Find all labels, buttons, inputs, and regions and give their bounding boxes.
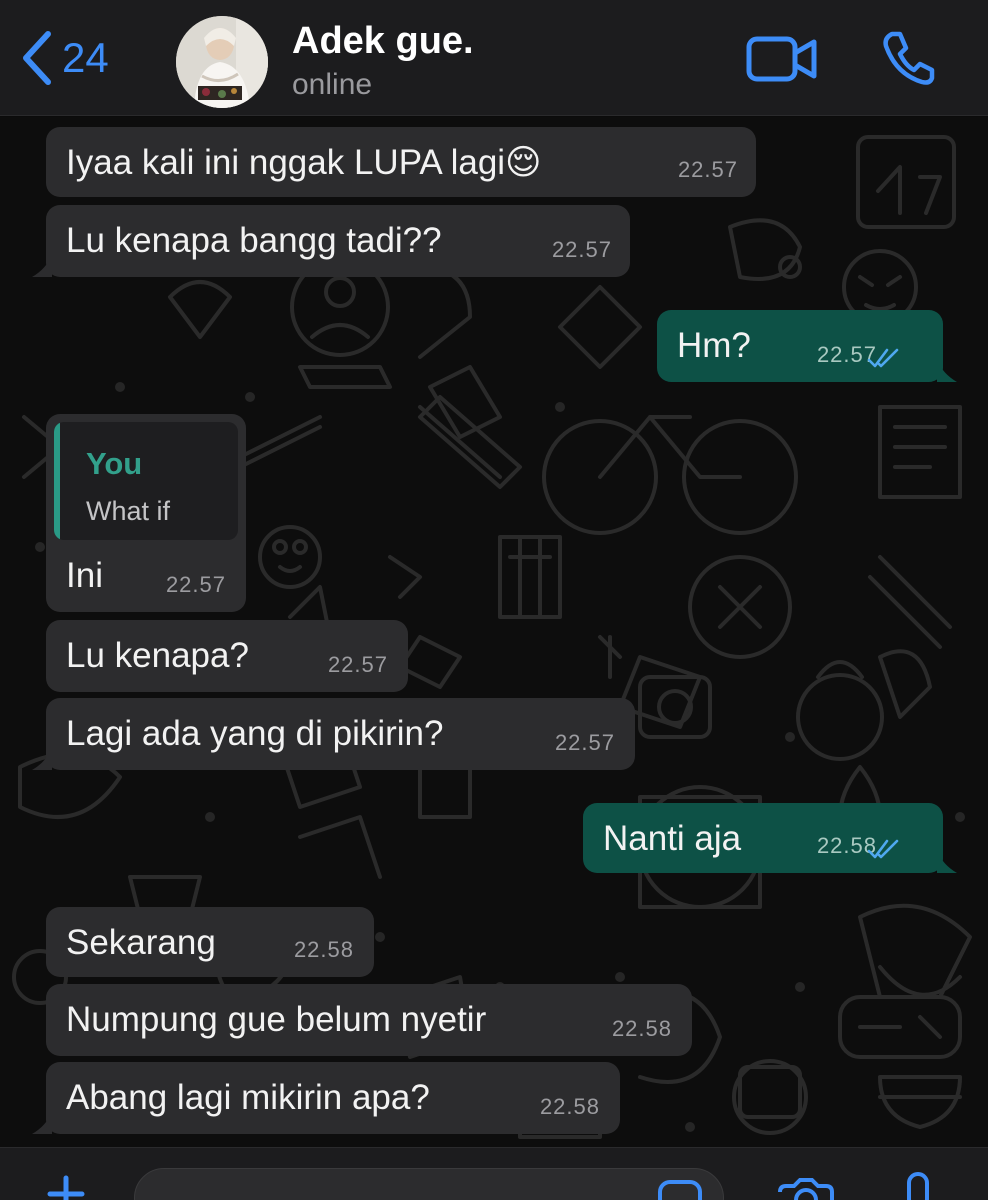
message-text: Lu kenapa?	[66, 636, 249, 675]
double-check-icon	[867, 348, 899, 368]
message-time: 22.57	[327, 652, 388, 677]
quote-author: You	[86, 446, 143, 481]
voice-note-button[interactable]	[900, 1172, 936, 1200]
unread-count: 24	[62, 34, 109, 81]
video-call-button[interactable]	[746, 36, 818, 87]
outgoing-message[interactable]: Hm? 22.57	[657, 310, 957, 382]
incoming-message[interactable]: Lu kenapa? 22.57	[46, 620, 408, 692]
back-button[interactable]: 24	[20, 30, 109, 86]
quote-text: What if	[86, 496, 171, 526]
message-text: Abang lagi mikirin apa?	[66, 1078, 430, 1117]
incoming-message[interactable]: Iyaa kali ini nggak LUPA lagi😌 22.57	[46, 127, 756, 197]
message-time: 22.57	[551, 237, 612, 262]
message-list[interactable]: Iyaa kali ini nggak LUPA lagi😌 22.57 Lu …	[0, 117, 988, 1147]
quote-accent-bar	[54, 422, 60, 540]
avatar[interactable]	[176, 16, 268, 108]
attach-button[interactable]	[46, 1174, 86, 1200]
video-camera-icon	[746, 36, 817, 82]
message-text: Lagi ada yang di pikirin?	[66, 714, 444, 753]
bubble-tail	[937, 360, 957, 382]
incoming-message[interactable]: Sekarang 22.58	[46, 907, 374, 977]
sticker-button[interactable]	[656, 1178, 704, 1200]
outgoing-message[interactable]: Nanti aja 22.58	[583, 803, 957, 873]
incoming-message[interactable]: Numpung gue belum nyetir 22.58	[46, 984, 692, 1056]
double-check-icon	[867, 839, 899, 859]
bubble-tail	[937, 851, 957, 873]
plus-icon	[47, 1175, 85, 1200]
incoming-reply-message[interactable]: You What if Ini 22.57	[46, 414, 246, 612]
message-text: Numpung gue belum nyetir	[66, 1000, 487, 1039]
message-input[interactable]	[134, 1168, 724, 1200]
sticker-icon	[658, 1180, 702, 1200]
composer-bar	[0, 1147, 988, 1200]
message-text: Sekarang	[66, 923, 216, 962]
incoming-message[interactable]: Lu kenapa bangg tadi?? 22.57	[32, 205, 630, 277]
message-text: Iyaa kali ini nggak LUPA lagi😌	[66, 143, 542, 182]
bubble-tail	[32, 748, 52, 770]
microphone-icon	[907, 1172, 929, 1200]
phone-icon	[883, 31, 935, 85]
message-time: 22.57	[677, 157, 738, 182]
quoted-message[interactable]: You What if	[54, 422, 238, 540]
camera-icon	[778, 1178, 834, 1200]
chat-header: 24 Adek gue. online	[0, 0, 988, 116]
message-text: Hm?	[677, 326, 751, 365]
message-text: Nanti aja	[603, 819, 742, 858]
message-time: 22.58	[293, 937, 354, 962]
message-time: 22.57	[165, 572, 226, 597]
message-time: 22.58	[611, 1016, 672, 1041]
message-time: 22.58	[539, 1094, 600, 1119]
incoming-message[interactable]: Abang lagi mikirin apa? 22.58	[32, 1062, 620, 1134]
bubble-tail	[32, 255, 52, 277]
voice-call-button[interactable]	[880, 30, 936, 91]
camera-button[interactable]	[776, 1178, 836, 1200]
chat-screen: 24 Adek gue. online Iyaa kali ini nggak …	[0, 0, 988, 1200]
bubble-tail	[32, 1112, 52, 1134]
message-text: Lu kenapa bangg tadi??	[66, 221, 442, 260]
incoming-message[interactable]: Lagi ada yang di pikirin? 22.57	[32, 698, 635, 770]
message-text: Ini	[66, 556, 103, 595]
contact-status: online	[292, 68, 373, 101]
chevron-left-icon	[23, 31, 51, 85]
contact-name[interactable]: Adek gue.	[292, 20, 474, 63]
message-time: 22.57	[554, 730, 615, 755]
